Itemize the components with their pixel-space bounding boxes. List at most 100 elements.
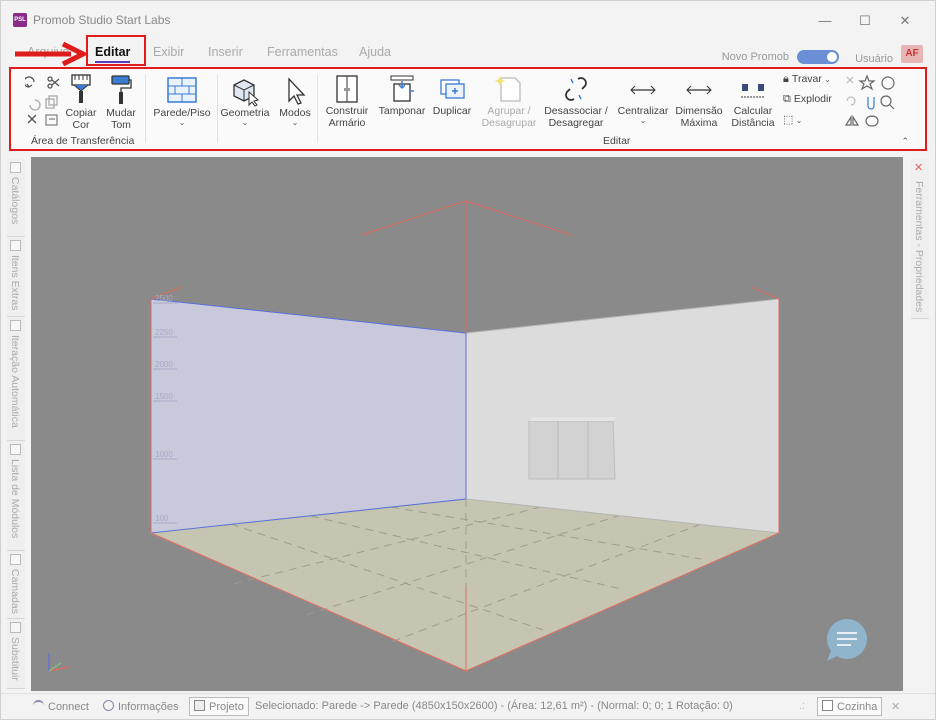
side-tab-itens-extras[interactable]: Itens Extras — [7, 237, 25, 317]
wall-cabinet[interactable] — [528, 417, 617, 480]
maximize-button[interactable]: ☐ — [845, 9, 885, 33]
automation-icon — [10, 320, 21, 331]
group-icon — [494, 76, 521, 102]
rotate-icon — [846, 96, 856, 106]
connect-button[interactable]: Connect — [33, 700, 89, 713]
left-wall[interactable] — [150, 298, 467, 534]
calcular-distancia-label: Calcular Distância — [731, 105, 775, 129]
title-bar: PSL Promob Studio Start Labs — ☐ ✕ — [1, 1, 935, 37]
extra-tools-icons — [844, 74, 895, 127]
3d-viewport[interactable]: 2500 2250 2000 1500 1000 100 — [31, 157, 903, 691]
resize-grip-icon: .: — [799, 700, 806, 712]
travar-label: Travar — [791, 73, 822, 85]
close-icon[interactable]: ✕ — [914, 161, 923, 174]
clip-icon — [867, 97, 875, 110]
avatar[interactable]: AF — [901, 45, 923, 63]
tamponar-button[interactable]: Tamponar — [377, 73, 427, 117]
side-tab-lista-modulos[interactable]: Lista de Módulos — [7, 441, 25, 551]
explodir-label: Explodir — [793, 93, 832, 105]
ruler-label: 1500 — [155, 392, 173, 401]
folder-icon — [194, 700, 205, 711]
informacoes-label: Informações — [118, 701, 179, 713]
centralizar-button[interactable]: Centralizar ⌄ — [613, 73, 673, 125]
mudar-tom-button[interactable]: Mudar Tom — [103, 73, 139, 131]
explodir-button[interactable]: ⧉ Explodir — [783, 93, 843, 106]
side-tab-substituir[interactable]: Substituir — [7, 619, 25, 689]
app-logo-icon: PSL — [13, 13, 27, 27]
projeto-label: Projeto — [209, 701, 244, 713]
ruler-label: 2500 — [155, 294, 173, 303]
ambiente-label: Cozinha — [837, 701, 878, 713]
parede-piso-button[interactable]: Parede/Piso ⌄ — [151, 75, 213, 127]
duplicar-button[interactable]: Duplicar — [429, 73, 475, 117]
selection-options-button[interactable]: ⬚ ⌄ — [783, 113, 813, 126]
geometria-button[interactable]: Geometria ⌄ — [217, 75, 273, 127]
duplicar-label: Duplicar — [432, 105, 472, 117]
tab-ajuda[interactable]: Ajuda — [359, 45, 391, 59]
star-icon — [858, 74, 876, 91]
tab-exibir[interactable]: Exibir — [153, 45, 184, 59]
broken-link-icon — [565, 77, 587, 101]
selection-info: Selecionado: Parede -> Parede (4850x150x… — [255, 700, 733, 712]
copiar-cor-label: Copiar Cor — [65, 107, 97, 131]
catalog-icon — [10, 162, 21, 173]
construir-armario-label: Construir Armário — [325, 105, 369, 129]
side-tab-iteracao[interactable]: Iteração Automática — [7, 317, 25, 441]
axis-gizmo — [48, 653, 70, 672]
paint-brush-icon — [71, 74, 91, 103]
desassociar-label: Desassociar / Desagregar — [544, 105, 608, 129]
ruler-label: 100 — [155, 514, 169, 523]
informacoes-button[interactable]: Informações — [103, 700, 179, 713]
construir-armario-button[interactable]: Construir Armário — [321, 73, 373, 129]
wardrobe-icon — [336, 75, 358, 103]
scene-canvas[interactable]: 2500 2250 2000 1500 1000 100 — [31, 157, 903, 691]
novo-promob-label: Novo Promob — [721, 51, 789, 63]
close-ambiente-icon[interactable]: ✕ — [891, 700, 900, 713]
side-tab-label: Iteração Automática — [9, 335, 21, 428]
side-tab-label: Camadas — [9, 569, 21, 614]
paint-roller-icon — [111, 75, 132, 104]
side-tab-ferramentas-propriedades[interactable]: ✕ Ferramentas - Propriedades — [911, 159, 929, 319]
projeto-button[interactable]: Projeto — [189, 697, 249, 716]
tab-highlight-box — [86, 35, 146, 66]
brick-wall-icon — [167, 77, 197, 103]
chat-bubble-icon[interactable] — [827, 619, 867, 661]
clipboard-small-icons — [25, 76, 60, 126]
group-label-editar: Editar — [603, 135, 631, 147]
copiar-cor-button[interactable]: Copiar Cor — [65, 73, 97, 131]
group-label-clipboard: Área de Transferência — [31, 135, 135, 147]
duplicate-icon — [440, 79, 465, 99]
status-bar: Connect Informações Projeto Selecionado:… — [1, 693, 935, 719]
side-tab-camadas[interactable]: Camadas — [7, 551, 25, 619]
agrupar-button: Agrupar / Desagrupar — [475, 73, 543, 129]
ribbon-panel: Copiar Cor Mudar Tom Área de Transferênc… — [9, 67, 927, 151]
ambiente-tab-cozinha[interactable]: Cozinha — [817, 697, 883, 716]
replace-icon — [10, 622, 21, 633]
floor — [149, 498, 781, 672]
side-tab-catalogos[interactable]: Catálogos — [7, 159, 25, 237]
travar-button[interactable]: 🔒︎ Travar ⌄ — [783, 73, 843, 86]
minimize-button[interactable]: — — [805, 9, 845, 33]
close-button[interactable]: ✕ — [885, 9, 925, 33]
ruler-label: 2250 — [155, 328, 173, 337]
side-tab-label: Substituir — [9, 637, 21, 681]
help-icon — [881, 76, 895, 90]
modos-button[interactable]: Modos ⌄ — [275, 75, 315, 127]
tab-inserir[interactable]: Inserir — [208, 45, 243, 59]
document-icon — [822, 700, 833, 711]
calcular-distancia-button[interactable]: Calcular Distância — [727, 73, 779, 129]
undo-icon — [25, 76, 35, 88]
chevron-down-icon: ⌄ — [821, 75, 831, 84]
desassociar-button[interactable]: Desassociar / Desagregar — [541, 73, 611, 129]
tab-ferramentas[interactable]: Ferramentas — [267, 45, 338, 59]
right-wall[interactable] — [465, 298, 780, 534]
side-tab-label: Itens Extras — [9, 255, 21, 311]
cube-cursor-icon — [233, 79, 260, 107]
agrupar-label: Agrupar / Desagrupar — [481, 105, 537, 129]
user-label[interactable]: Usuário — [855, 53, 893, 65]
collapse-ribbon-icon[interactable]: ⌃ — [901, 136, 909, 147]
dimensao-maxima-button[interactable]: Dimensão Máxima — [671, 73, 727, 129]
chevron-down-icon: ⌄ — [793, 116, 803, 125]
toggle-knob — [827, 52, 837, 62]
novo-promob-toggle[interactable] — [797, 50, 839, 64]
